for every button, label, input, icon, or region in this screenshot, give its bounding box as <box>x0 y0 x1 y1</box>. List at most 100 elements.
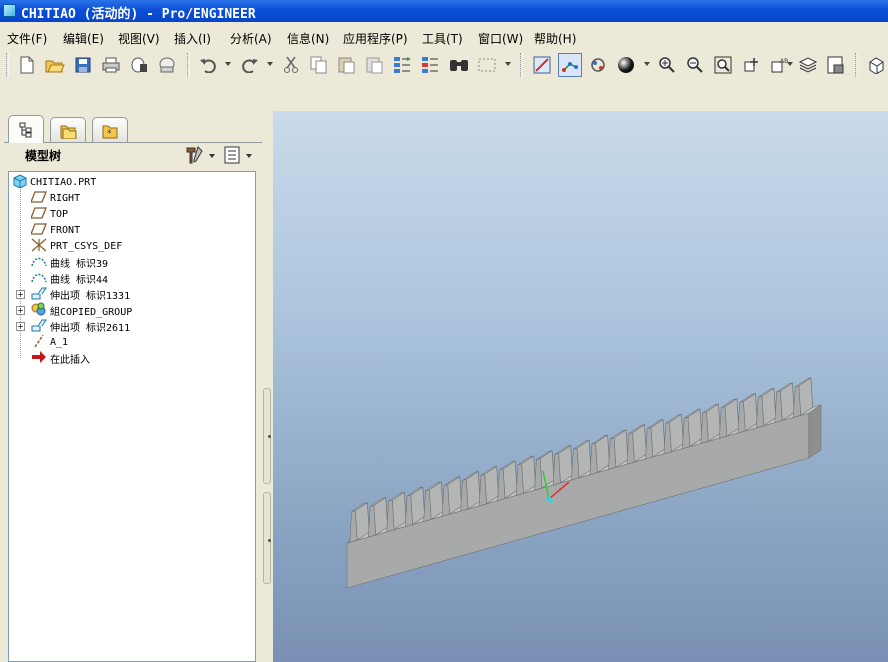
paste-icon[interactable] <box>335 53 359 77</box>
print-icon[interactable] <box>99 53 123 77</box>
settings-icon <box>185 145 205 167</box>
tree-item-insert-here[interactable]: 在此插入 <box>31 350 90 366</box>
splitter-sash-lower[interactable] <box>263 492 271 584</box>
tree-item-label: 曲线 标识44 <box>50 274 109 286</box>
cut-icon[interactable] <box>279 53 303 77</box>
paste-special-icon[interactable] <box>363 53 387 77</box>
tree-root-label: CHITIAO.PRT <box>30 176 97 188</box>
toolbar-grip[interactable] <box>6 53 9 77</box>
toolbar-grip-2[interactable] <box>187 53 190 77</box>
tree-settings-button[interactable] <box>185 145 215 167</box>
navigator-panel: * 模型树 CHITIAO.PRT RIGHT TOP FRONT PRT_CS… <box>0 111 273 662</box>
tree-item-label: 組COPIED_GROUP <box>50 306 133 318</box>
model-display-icon[interactable] <box>864 53 888 77</box>
tree-item-label: PRT_CSYS_DEF <box>50 240 123 252</box>
repaint-icon[interactable] <box>530 53 554 77</box>
tree-item-axis-a1[interactable]: A_1 <box>31 334 68 350</box>
model-tree-tab-icon[interactable] <box>8 115 44 143</box>
redo-dropdown-icon[interactable] <box>267 62 273 66</box>
tree-item-curve-44[interactable]: 曲线 标识44 <box>31 270 108 286</box>
spin-center-icon[interactable] <box>558 53 582 77</box>
shading-dropdown-icon[interactable] <box>644 62 650 66</box>
saved-views-dropdown-icon[interactable] <box>787 62 793 66</box>
copy-icon[interactable] <box>307 53 331 77</box>
tree-connector <box>20 186 21 358</box>
tree-item-label: TOP <box>50 208 69 220</box>
menu-help[interactable]: 帮助(H) <box>534 30 576 47</box>
expand-toggle-icon[interactable]: + <box>16 306 25 315</box>
toolbar-grip-4[interactable] <box>855 53 858 77</box>
settings-dropdown-icon <box>209 154 215 158</box>
tree-item-right[interactable]: RIGHT <box>30 190 80 206</box>
refit-icon[interactable] <box>711 53 735 77</box>
favorites-tab-icon[interactable]: * <box>92 117 128 143</box>
find-icon[interactable] <box>447 53 471 77</box>
shading-icon[interactable] <box>614 53 638 77</box>
menu-analysis[interactable]: 分析(A) <box>230 30 272 47</box>
menu-edit[interactable]: 编辑(E) <box>63 30 104 47</box>
graphics-viewport[interactable] <box>273 111 888 662</box>
gear-rack-model[interactable] <box>273 111 888 662</box>
menu-tools[interactable]: 工具(T) <box>422 30 463 47</box>
csys-icon <box>31 238 47 255</box>
tree-item-label: 在此插入 <box>50 354 90 366</box>
tree-show-button[interactable] <box>224 146 252 166</box>
tree-item-csys[interactable]: PRT_CSYS_DEF <box>31 238 122 254</box>
tree-item-label: 伸出项 标识2611 <box>50 322 131 334</box>
redo-icon[interactable] <box>237 53 261 77</box>
toolbar-grip-3[interactable] <box>520 53 523 77</box>
tree-item-protrusion-1331[interactable]: 伸出项 标识1331 <box>31 286 130 302</box>
part-icon <box>13 173 27 191</box>
menu-file[interactable]: 文件(F) <box>7 30 47 47</box>
tree-item-protrusion-2611[interactable]: 伸出项 标识2611 <box>31 318 130 334</box>
select-dropdown-icon[interactable] <box>505 62 511 66</box>
model-tree[interactable]: CHITIAO.PRT RIGHT TOP FRONT PRT_CSYS_DEF… <box>8 171 256 662</box>
undo-icon[interactable] <box>197 53 221 77</box>
expand-toggle-icon[interactable]: + <box>16 322 25 331</box>
main-toolbar: AB <box>0 49 888 83</box>
tree-item-label: 伸出项 标识1331 <box>50 290 131 302</box>
menu-view[interactable]: 视图(V) <box>118 30 160 47</box>
tree-item-curve-39[interactable]: 曲线 标识39 <box>31 254 108 270</box>
open-icon[interactable] <box>43 53 67 77</box>
regenerate-icon[interactable] <box>391 53 415 77</box>
expand-toggle-icon[interactable]: + <box>16 290 25 299</box>
folder-browser-tab-icon[interactable] <box>50 117 86 143</box>
menu-info[interactable]: 信息(N) <box>287 30 329 47</box>
mail-icon[interactable] <box>155 53 179 77</box>
menu-insert[interactable]: 插入(I) <box>174 30 211 47</box>
show-icon <box>224 146 242 167</box>
tree-item-front[interactable]: FRONT <box>30 222 81 238</box>
view-manager-icon[interactable] <box>824 53 848 77</box>
new-icon[interactable] <box>15 53 39 77</box>
reorient-icon[interactable] <box>739 53 763 77</box>
tree-item-copied-group[interactable]: 組COPIED_GROUP <box>31 302 132 318</box>
group-icon <box>31 302 47 319</box>
tree-root[interactable]: CHITIAO.PRT <box>13 173 97 191</box>
rack-face <box>808 404 822 459</box>
app-icon[interactable] <box>3 4 16 17</box>
layers-icon[interactable] <box>796 53 820 77</box>
menu-window[interactable]: 窗口(W) <box>478 30 523 47</box>
datum-plane-icon <box>30 190 47 206</box>
zoom-in-icon[interactable] <box>655 53 679 77</box>
orient-mode-icon[interactable] <box>586 53 610 77</box>
insert-here-arrow-icon <box>31 350 47 367</box>
regen-manager-icon[interactable] <box>419 53 443 77</box>
save-icon[interactable] <box>71 53 95 77</box>
sash-grip-icon <box>268 539 271 542</box>
svg-text:*: * <box>107 129 112 139</box>
datum-axis-icon <box>31 334 47 351</box>
menu-applications[interactable]: 应用程序(P) <box>343 30 408 47</box>
select-box-icon[interactable] <box>475 53 499 77</box>
curve-icon <box>31 254 47 271</box>
zoom-out-icon[interactable] <box>683 53 707 77</box>
show-dropdown-icon <box>246 154 252 158</box>
tree-item-top[interactable]: TOP <box>30 206 69 222</box>
send-mail-icon[interactable] <box>127 53 151 77</box>
undo-dropdown-icon[interactable] <box>225 62 231 66</box>
model-tree-title: 模型树 <box>25 149 62 163</box>
tree-item-label: FRONT <box>50 224 81 236</box>
datum-plane-icon <box>30 206 47 222</box>
gear-rack <box>346 377 822 589</box>
